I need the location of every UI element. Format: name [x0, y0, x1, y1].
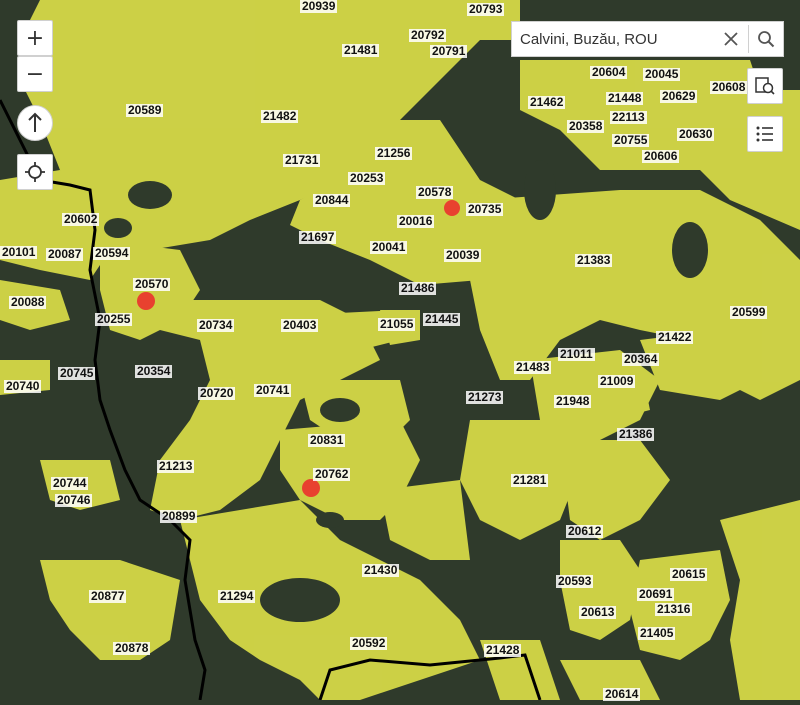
parcel-label: 20831: [308, 433, 346, 447]
parcel-label: 21448: [606, 91, 644, 105]
parcel-label: 21011: [558, 347, 595, 361]
layers-button[interactable]: [747, 68, 783, 104]
parcel-label: 20630: [677, 127, 715, 141]
parcel-label: 20088: [9, 295, 47, 309]
parcel-label: 21430: [362, 563, 400, 577]
zoom-in-button[interactable]: +: [17, 20, 53, 56]
parcel-label: 21462: [528, 95, 566, 109]
parcel-label: 20878: [113, 641, 151, 655]
parcel-label: 21294: [218, 589, 256, 603]
parcel-label: 20793: [467, 2, 505, 16]
parcel-label: 21948: [554, 394, 592, 408]
parcel-label: 21697: [299, 230, 337, 244]
parcel-label: 21428: [484, 643, 522, 657]
parcel-label: 20746: [55, 493, 93, 507]
search-button[interactable]: [749, 22, 783, 56]
parcel-label: 20762: [313, 467, 351, 481]
map-view[interactable]: 20793 20939 21481 20792 20791 20589 21482 20604…: [0, 0, 800, 701]
parcel-label: 20740: [4, 379, 42, 393]
parcel-label: 20041: [370, 240, 408, 254]
layers-icon: [755, 77, 775, 95]
parcel-label: 20364: [622, 352, 660, 366]
north-arrow-button[interactable]: [17, 105, 53, 141]
parcel-label: 20735: [466, 202, 504, 216]
parcel-label: 20755: [612, 133, 650, 147]
parcel-label: 20745: [58, 366, 96, 380]
parcel-label: 20593: [556, 574, 594, 588]
parcel-label: 20354: [135, 364, 173, 378]
parcel-label: 21383: [575, 253, 613, 267]
parcel-label: 21316: [655, 602, 693, 616]
parcel-label: 21273: [466, 390, 504, 404]
parcel-label: 20691: [637, 587, 675, 601]
legend-button[interactable]: [747, 116, 783, 152]
parcel-label: 21483: [514, 360, 552, 374]
parcel-label: 20599: [730, 305, 768, 319]
parcel-label: 20087: [46, 247, 84, 261]
parcel-label: 20570: [133, 277, 171, 291]
parcel-label: 20744: [51, 476, 89, 490]
parcel-label: 21482: [261, 109, 299, 123]
parcel-label: 20045: [643, 67, 681, 81]
zoom-out-button[interactable]: −: [17, 56, 53, 92]
parcel-label: 20791: [430, 44, 468, 58]
parcel-label: 20578: [416, 185, 454, 199]
parcel-label: 21386: [617, 427, 655, 441]
parcel-label: 21486: [399, 281, 437, 295]
north-arrow-icon: [28, 112, 42, 132]
parcel-label: 20615: [670, 567, 708, 581]
marker-20570[interactable]: [137, 292, 155, 310]
parcel-label: 21009: [598, 374, 636, 388]
legend-list-icon: [756, 126, 773, 142]
parcel-label: 20255: [95, 312, 133, 326]
parcel-label: 21422: [656, 330, 694, 344]
marker-20578[interactable]: [444, 200, 460, 216]
parcel-label: 20358: [567, 119, 605, 133]
locate-button[interactable]: [17, 154, 53, 190]
parcel-label: 20939: [300, 0, 338, 13]
parcel-label: 20629: [660, 89, 698, 103]
parcel-label: 20594: [93, 246, 131, 260]
parcel-label: 20899: [160, 509, 198, 523]
parcel-label: 20101: [0, 245, 38, 259]
clear-icon: [724, 32, 738, 46]
parcel-label: 21445: [423, 312, 461, 326]
parcel-label: 21055: [378, 317, 416, 331]
search-input[interactable]: [512, 23, 714, 55]
search-icon: [758, 31, 775, 48]
parcel-label: 21731: [283, 153, 321, 167]
marker-20762[interactable]: [302, 479, 320, 497]
parcel-label: 20602: [62, 212, 100, 226]
parcel-label: 20720: [198, 386, 236, 400]
parcel-label: 20614: [603, 687, 641, 701]
parcel-label: 20608: [710, 80, 748, 94]
parcel-label: 21281: [511, 473, 549, 487]
parcel-label: 21256: [375, 146, 413, 160]
search-bar[interactable]: [511, 21, 784, 57]
parcel-label: 21405: [638, 626, 676, 640]
parcel-label: 20592: [350, 636, 388, 650]
parcel-label: 20039: [444, 248, 482, 262]
locate-icon: [25, 162, 45, 182]
parcel-label: 20612: [566, 524, 604, 538]
parcel-label: 21481: [342, 43, 380, 57]
parcel-label: 20589: [126, 103, 164, 117]
plus-icon: +: [25, 25, 45, 51]
parcel-label: 20844: [313, 193, 351, 207]
clear-search-button[interactable]: [714, 22, 748, 56]
parcel-label: 20606: [642, 149, 680, 163]
parcel-label: 20253: [348, 171, 386, 185]
parcel-label: 22113: [610, 110, 647, 124]
parcel-label: 20613: [579, 605, 617, 619]
parcel-label: 21213: [157, 459, 195, 473]
parcel-label: 20877: [89, 589, 127, 603]
parcel-label: 20403: [281, 318, 319, 332]
parcel-label: 20741: [254, 383, 292, 397]
parcel-label: 20734: [197, 318, 235, 332]
parcel-label: 20792: [409, 28, 447, 42]
parcel-label: 20604: [590, 65, 628, 79]
minus-icon: −: [25, 61, 45, 87]
parcel-label: 20016: [397, 214, 435, 228]
